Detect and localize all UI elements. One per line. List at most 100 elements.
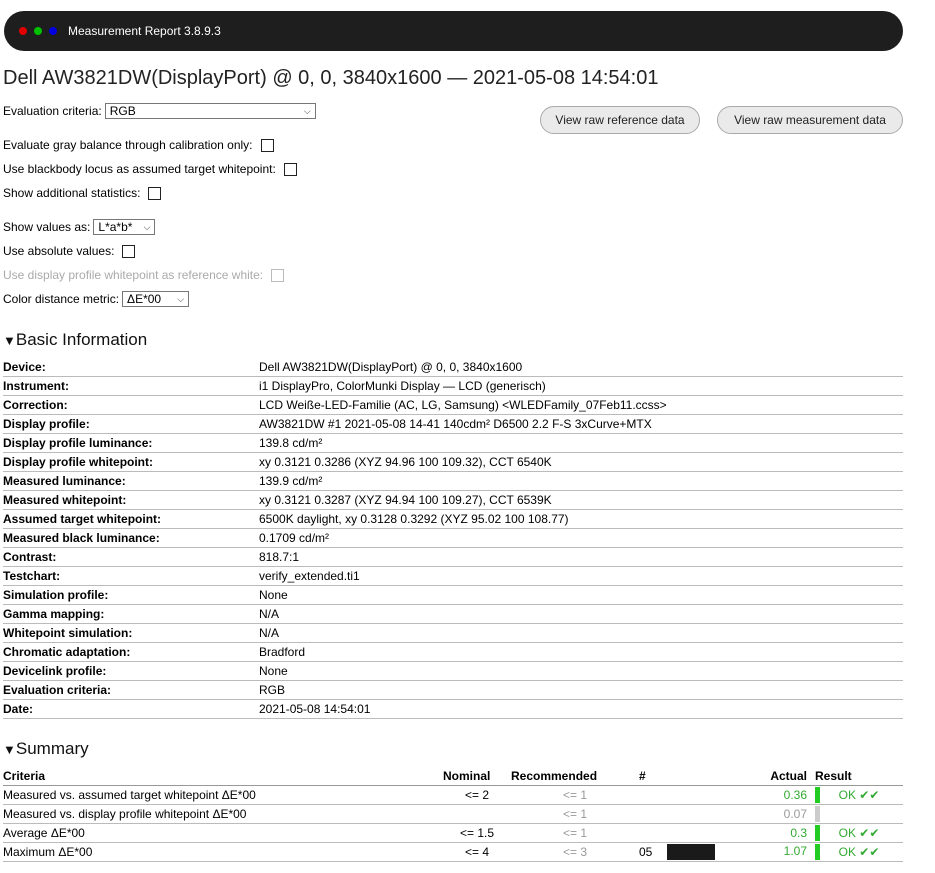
info-value: None [259, 661, 903, 681]
info-value: 6500K daylight, xy 0.3128 0.3292 (XYZ 95… [259, 509, 903, 529]
view-raw-reference-button[interactable]: View raw reference data [540, 106, 700, 134]
evaluation-criteria-value: RGB [109, 104, 136, 118]
summary-row: Maximum ΔE*00 <= 4 <= 3 05 1.07 OK ✔✔ [3, 842, 903, 862]
report-title: Dell AW3821DW(DisplayPort) @ 0, 0, 3840x… [3, 67, 659, 89]
result-text: OK ✔✔ [838, 788, 880, 802]
info-key: Date: [3, 699, 259, 719]
info-value: xy 0.3121 0.3286 (XYZ 94.96 100 109.32),… [259, 452, 903, 472]
recommended-header: Recommended [511, 767, 639, 786]
close-dot-icon[interactable] [19, 27, 27, 35]
additional-stats-checkbox[interactable] [148, 186, 162, 200]
nominal-cell [443, 804, 511, 824]
profile-whitepoint-label: Use display profile whitepoint as refere… [3, 268, 264, 282]
actual-value: 0.3 [790, 826, 807, 840]
info-row: Display profile luminance: 139.8 cd/m² [3, 433, 903, 453]
info-row: Contrast: 818.7:1 [3, 547, 903, 567]
info-key: Devicelink profile: [3, 661, 259, 681]
info-key: Whitepoint simulation: [3, 623, 259, 643]
info-value: 818.7:1 [259, 547, 903, 567]
distance-metric-select[interactable]: ΔE*00 ⌵ [122, 291, 190, 307]
actual-value: 0.07 [783, 807, 807, 821]
info-key: Display profile luminance: [3, 433, 259, 453]
info-value: RGB [259, 680, 903, 700]
recommended-cell: <= 3 [511, 842, 639, 862]
recommended-cell: <= 1 [511, 785, 639, 805]
actual-cell: 1.07 [667, 842, 815, 862]
info-value: Bradford [259, 642, 903, 662]
gray-balance-checkbox[interactable] [260, 138, 274, 152]
info-value: xy 0.3121 0.3287 (XYZ 94.94 100 109.27),… [259, 490, 903, 510]
maximize-dot-icon[interactable] [49, 27, 57, 35]
summary-row: Measured vs. display profile whitepoint … [3, 804, 903, 824]
basic-info-table: Device: Dell AW3821DW(DisplayPort) @ 0, 0… [3, 358, 903, 719]
summary-heading[interactable]: ▼Summary [3, 739, 89, 759]
info-value: None [259, 585, 903, 605]
blackbody-row: Use blackbody locus as assumed target wh… [3, 162, 297, 176]
actual-value: 0.36 [783, 788, 807, 802]
info-value: 2021-05-08 14:54:01 [259, 699, 903, 719]
info-value: 0.1709 cd/m² [259, 528, 903, 548]
gray-balance-row: Evaluate gray balance through calibratio… [3, 138, 274, 152]
criteria-cell: Measured vs. display profile whitepoint … [3, 804, 443, 824]
info-key: Evaluation criteria: [3, 680, 259, 700]
info-row: Correction: LCD Weiße-LED-Familie (AC, LG… [3, 395, 903, 415]
expand-triangle-icon: ▼ [3, 742, 16, 757]
window-titlebar: Measurement Report 3.8.9.3 [4, 11, 903, 51]
show-values-select[interactable]: L*a*b* ⌵ [93, 219, 156, 235]
actual-header: Actual [679, 767, 815, 786]
additional-stats-row: Show additional statistics: [3, 186, 162, 200]
info-key: Testchart: [3, 566, 259, 586]
result-text: OK ✔✔ [838, 845, 880, 859]
info-row: Assumed target whitepoint: 6500K daylight… [3, 509, 903, 529]
info-key: Correction: [3, 395, 259, 415]
show-values-label: Show values as: [3, 220, 91, 234]
summary-header-row: Criteria Nominal Recommended # Actual Re… [3, 767, 903, 786]
chevron-down-icon: ⌵ [303, 105, 311, 116]
result-header: Result [815, 767, 903, 786]
actual-value: 1.07 [783, 844, 807, 858]
info-row: Device: Dell AW3821DW(DisplayPort) @ 0, 0… [3, 358, 903, 377]
info-key: Gamma mapping: [3, 604, 259, 624]
info-value: N/A [259, 604, 903, 624]
view-raw-measurement-button[interactable]: View raw measurement data [717, 106, 903, 134]
result-bar [815, 844, 820, 860]
distance-metric-row: Color distance metric: ΔE*00 ⌵ [3, 291, 190, 307]
result-cell: OK ✔✔ [815, 842, 903, 862]
color-swatch [667, 844, 715, 860]
criteria-cell: Maximum ΔE*00 [3, 842, 443, 862]
show-values-row: Show values as: L*a*b* ⌵ [3, 219, 156, 235]
absolute-values-checkbox[interactable] [122, 244, 136, 258]
basic-info-heading-text: Basic Information [15, 330, 148, 349]
num-cell [639, 785, 679, 805]
gray-balance-label: Evaluate gray balance through calibratio… [3, 138, 253, 152]
window-title: Measurement Report 3.8.9.3 [68, 24, 221, 38]
result-cell: OK ✔✔ [815, 823, 903, 843]
recommended-cell: <= 1 [511, 804, 639, 824]
blackbody-label: Use blackbody locus as assumed target wh… [3, 162, 276, 176]
chevron-down-icon: ⌵ [143, 221, 151, 232]
info-row: Whitepoint simulation: N/A [3, 623, 903, 643]
recommended-cell: <= 1 [511, 823, 639, 843]
blackbody-checkbox[interactable] [283, 162, 297, 176]
info-row: Display profile whitepoint: xy 0.3121 0.3… [3, 452, 903, 472]
info-key: Display profile whitepoint: [3, 452, 259, 472]
minimize-dot-icon[interactable] [34, 27, 42, 35]
actual-cell: 0.36 [679, 785, 815, 805]
info-row: Evaluation criteria: RGB [3, 680, 903, 700]
nominal-cell: <= 2 [443, 785, 511, 805]
evaluation-criteria-label: Evaluation criteria: [3, 104, 102, 118]
summary-row: Average ΔE*00 <= 1.5 <= 1 0.3 OK ✔✔ [3, 823, 903, 843]
info-row: Chromatic adaptation: Bradford [3, 642, 903, 662]
criteria-cell: Average ΔE*00 [3, 823, 443, 843]
profile-whitepoint-row: Use display profile whitepoint as refere… [3, 268, 285, 282]
info-row: Measured luminance: 139.9 cd/m² [3, 471, 903, 491]
distance-metric-label: Color distance metric: [3, 292, 120, 306]
basic-info-heading[interactable]: ▼Basic Information [3, 330, 147, 350]
nominal-cell: <= 1.5 [443, 823, 511, 843]
chevron-down-icon: ⌵ [177, 293, 185, 304]
info-key: Measured luminance: [3, 471, 259, 491]
evaluation-criteria-select[interactable]: RGB ⌵ [104, 103, 316, 119]
info-value: verify_extended.ti1 [259, 566, 903, 586]
nominal-cell: <= 4 [443, 842, 511, 862]
num-header: # [639, 767, 679, 786]
